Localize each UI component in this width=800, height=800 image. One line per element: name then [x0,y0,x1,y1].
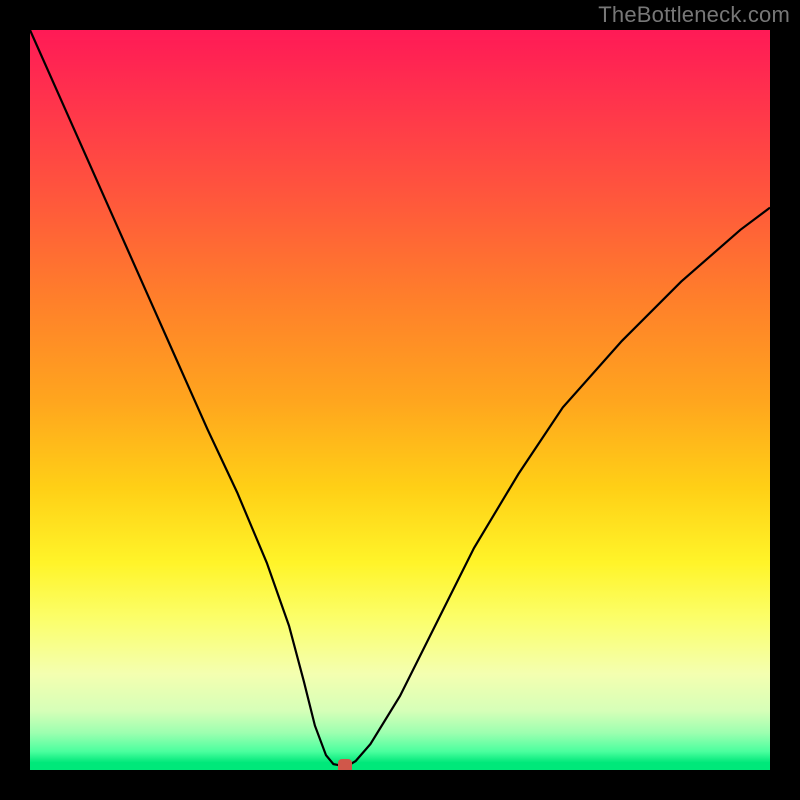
curve-svg [30,30,770,770]
chart-container: TheBottleneck.com [0,0,800,800]
attribution-text: TheBottleneck.com [598,2,790,28]
bottleneck-curve [30,30,770,766]
optimal-point-marker [338,759,352,770]
plot-area [30,30,770,770]
